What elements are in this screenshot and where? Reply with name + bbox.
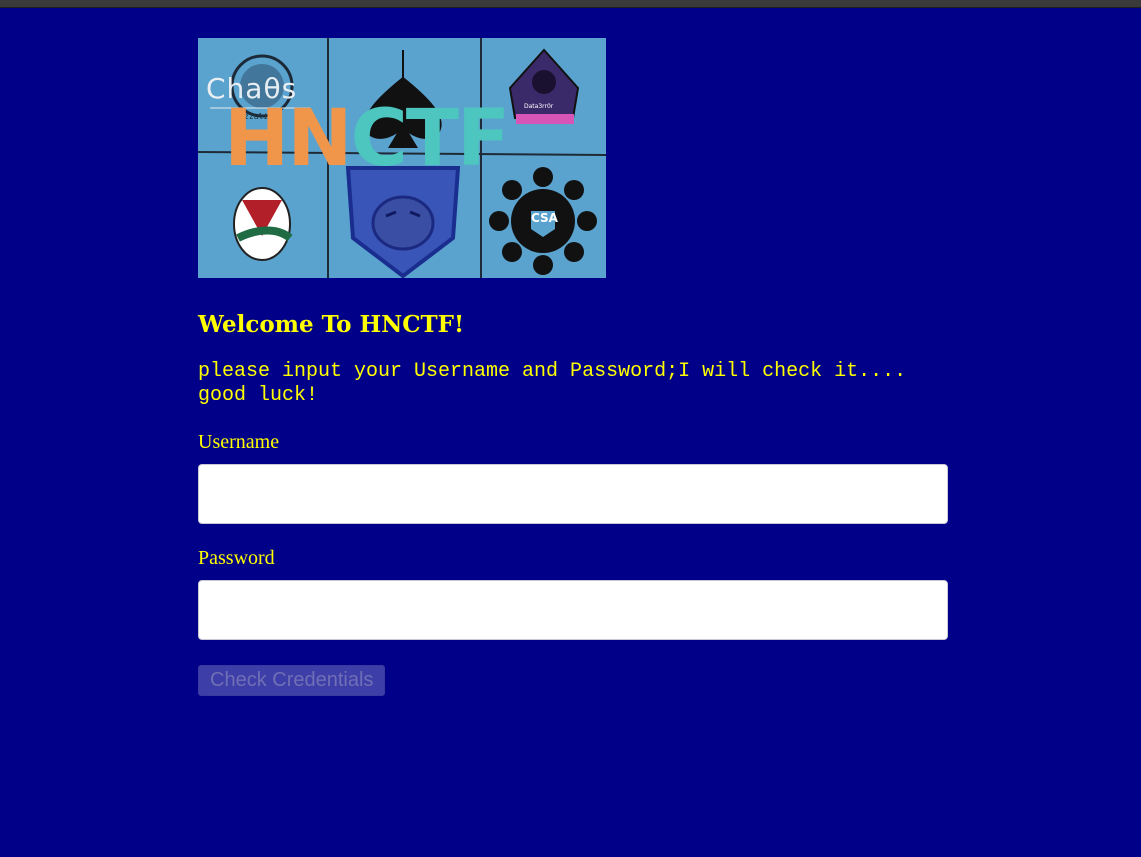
login-container: Chaθs zzuli Data3rr0r CSA HNCTF Welcome … — [198, 38, 948, 696]
browser-top-edge — [0, 0, 1141, 8]
hnctf-word-part2: CTF — [350, 94, 511, 184]
instructions-text: please input your Username and Password;… — [198, 360, 907, 407]
password-input[interactable] — [198, 580, 948, 640]
check-credentials-button[interactable]: Check Credentials — [198, 665, 386, 696]
hnctf-banner-image: Chaθs zzuli Data3rr0r CSA HNCTF — [198, 38, 606, 278]
username-label: Username — [198, 431, 280, 453]
hnctf-word-part1: HN — [224, 94, 353, 184]
username-input[interactable] — [198, 464, 948, 524]
csa-logo-text: CSA — [531, 211, 558, 225]
hnctf-logo-word: HNCTF — [224, 100, 510, 178]
datasec-logo-text: Data3rr0r — [524, 103, 554, 110]
password-label: Password — [198, 547, 275, 569]
page-title: Welcome To HNCTF! — [198, 311, 465, 338]
